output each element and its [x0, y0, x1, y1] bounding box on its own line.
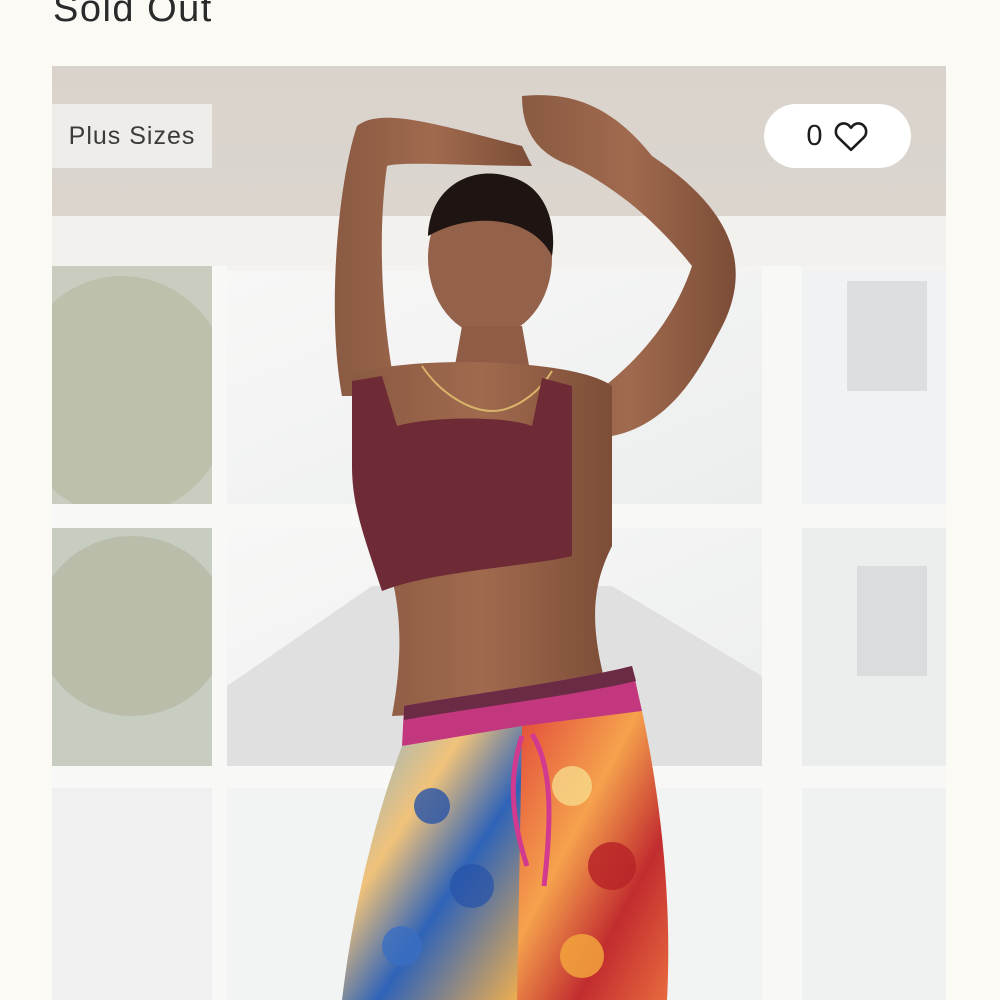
heart-outline-icon — [834, 122, 868, 152]
sold-out-label: Sold Out — [53, 0, 213, 30]
product-photo-illustration — [52, 66, 946, 1000]
favorite-count: 0 — [806, 119, 823, 152]
plus-sizes-badge: Plus Sizes — [52, 104, 212, 168]
favorite-button[interactable]: 0 — [764, 104, 911, 168]
product-image[interactable] — [52, 66, 946, 1000]
product-page: Sold Out Plus Sizes 0 — [0, 0, 1000, 1000]
